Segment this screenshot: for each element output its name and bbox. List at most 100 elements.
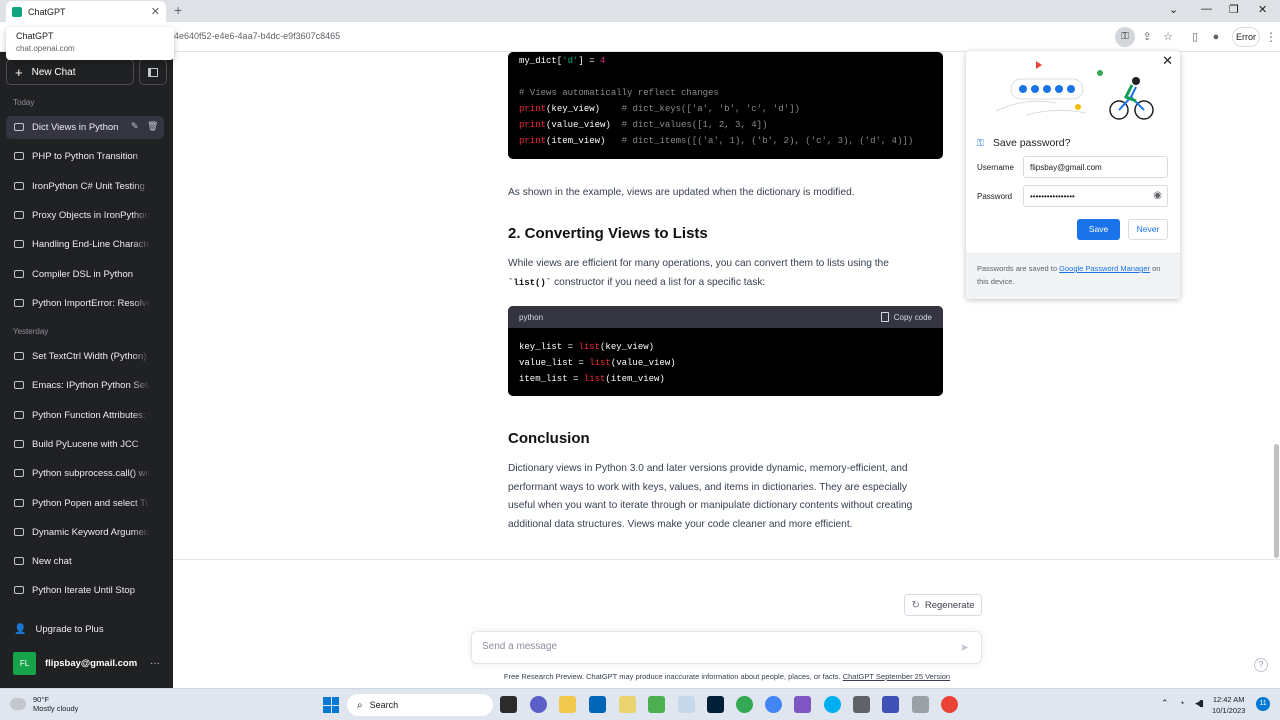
code-block-views: my_dict['d'] = 4 # Views automatically re… xyxy=(508,52,943,159)
chat-bubble-icon xyxy=(14,181,24,190)
close-sidebar-button[interactable] xyxy=(139,59,167,85)
profile-icon[interactable]: ● xyxy=(1208,29,1224,45)
search-icon: ⌕ xyxy=(357,699,363,711)
battery-icon[interactable]: ▮ xyxy=(1199,698,1204,709)
photoshop-icon[interactable] xyxy=(707,696,724,713)
password-key-icon[interactable]: ⚿ xyxy=(1115,27,1135,47)
new-tab-icon[interactable]: + xyxy=(174,2,182,18)
sidebar-chat-item[interactable]: Set TextCtrl Width (Python) xyxy=(6,345,164,368)
plus-icon: + xyxy=(15,64,23,80)
regenerate-button[interactable]: ↻ Regenerate xyxy=(904,594,982,616)
sidebar-chat-item[interactable]: Python Function Attributes: U xyxy=(6,404,164,427)
notification-badge[interactable]: 11 xyxy=(1256,697,1270,711)
browser-tab-chatgpt[interactable]: ChatGPT ✕ xyxy=(6,1,166,22)
clock-date: 10/1/2023 xyxy=(1212,706,1246,715)
teams-chat-icon[interactable] xyxy=(530,696,547,713)
tab-close-icon[interactable]: ✕ xyxy=(151,5,160,18)
upgrade-to-plus-button[interactable]: 👤 Upgrade to Plus xyxy=(6,618,164,640)
sidebar-chat-item[interactable]: Python Iterate Until Stop xyxy=(6,579,164,602)
browser-menu-icon[interactable]: ⋮ xyxy=(1265,30,1277,44)
share-icon[interactable]: ⇪ xyxy=(1139,29,1155,45)
refresh-icon: ↻ xyxy=(911,599,920,611)
error-button[interactable]: Error xyxy=(1232,27,1260,47)
save-password-button[interactable]: Save xyxy=(1077,219,1120,240)
sidebar-chat-item[interactable]: Build PyLucene with JCC xyxy=(6,433,164,456)
conclusion-line: additional data structures. Views make y… xyxy=(508,518,853,530)
sidebar-chat-item[interactable]: Proxy Objects in IronPython xyxy=(6,204,164,227)
windows-start-icon[interactable] xyxy=(323,697,339,713)
sidebar-chat-item[interactable]: Compiler DSL in Python xyxy=(6,263,164,286)
app-icon[interactable] xyxy=(882,696,899,713)
chrome-active-icon[interactable] xyxy=(941,696,958,713)
never-button[interactable]: Never xyxy=(1128,219,1168,240)
calculator-icon[interactable] xyxy=(853,696,870,713)
conclusion-line: Dictionary views in Python 3.0 and later… xyxy=(508,463,908,474)
task-view-icon[interactable] xyxy=(500,696,517,713)
sidebar-chat-item[interactable]: Python Popen and select Tut xyxy=(6,492,164,515)
sidebar-chat-label: Dict Views in Python xyxy=(32,122,119,133)
sidebar-chat-label: Python subprocess.call() with xyxy=(32,468,150,480)
password-field[interactable]: •••••••••••••••• ◉ xyxy=(1023,185,1168,207)
app-folder-icon[interactable] xyxy=(619,696,636,713)
sidebar-chat-label: New chat xyxy=(32,556,72,568)
restore-icon[interactable]: ❐ xyxy=(1229,3,1239,16)
copy-code-button[interactable]: Copy code xyxy=(880,312,932,322)
sidebar-chat-item[interactable]: Dict Views in Python ✎ 🗑 xyxy=(6,116,164,139)
minimize-icon[interactable]: — xyxy=(1201,3,1212,15)
delete-icon[interactable]: 🗑 xyxy=(147,121,158,132)
account-menu[interactable]: FL flipsbay@gmail.com ··· xyxy=(6,650,164,676)
password-value: •••••••••••••••• xyxy=(1030,192,1075,201)
side-panel-icon[interactable]: ▯ xyxy=(1187,29,1203,45)
window-close-icon[interactable]: ✕ xyxy=(1258,3,1267,16)
sidebar-chat-item[interactable]: Emacs: IPython Python Setup xyxy=(6,374,164,397)
regenerate-label: Regenerate xyxy=(924,599,975,611)
chrome-profile-icon[interactable] xyxy=(765,696,782,713)
scrollbar-thumb[interactable] xyxy=(1274,444,1279,558)
taskbar-search[interactable]: ⌕ Search xyxy=(347,694,493,716)
code-block-lists: python Copy code key_list = list(key_vie… xyxy=(508,306,943,396)
divider xyxy=(173,559,1280,560)
eye-icon[interactable]: ◉ xyxy=(1153,190,1162,201)
send-icon[interactable]: ➤ xyxy=(960,641,969,654)
sidebar-chat-item[interactable]: Handling End-Line Characters xyxy=(6,233,164,256)
url-text[interactable]: 4e640f52-e4e6-4aa7-b4dc-e9f3607c8465 xyxy=(174,31,340,41)
sidebar-chat-item[interactable]: Python subprocess.call() with xyxy=(6,462,164,485)
chrome-icon[interactable] xyxy=(736,696,753,713)
edit-icon[interactable]: ✎ xyxy=(131,121,139,132)
chat-bubble-icon xyxy=(14,210,24,219)
notepad-green-icon[interactable] xyxy=(648,696,665,713)
file-explorer-icon[interactable] xyxy=(559,696,576,713)
new-chat-button[interactable]: + New Chat xyxy=(6,59,134,85)
chat-bubble-icon xyxy=(14,298,24,307)
sidebar-chat-item[interactable]: New chat xyxy=(6,550,164,573)
tab-title: ChatGPT xyxy=(28,6,66,17)
bookmark-star-icon[interactable]: ☆ xyxy=(1160,29,1176,45)
system-clock[interactable]: 12:42 AM 10/1/2023 xyxy=(1212,694,1245,716)
sidebar-chat-item[interactable]: Dynamic Keyword Arguments xyxy=(6,521,164,544)
photos-icon[interactable] xyxy=(678,696,695,713)
skype-icon[interactable] xyxy=(824,696,841,713)
more-options-icon[interactable]: ··· xyxy=(150,658,160,669)
sidebar-chat-item[interactable]: IronPython C# Unit Testing xyxy=(6,175,164,198)
tab-search-chevron-icon[interactable]: ⌄ xyxy=(1169,3,1178,16)
chat-bubble-icon xyxy=(14,352,24,360)
sidebar-chat-item[interactable]: PHP to Python Transition xyxy=(6,145,164,168)
store-icon[interactable] xyxy=(589,696,606,713)
cloud-icon xyxy=(10,698,26,710)
help-icon[interactable]: ? xyxy=(1254,658,1268,672)
utility-icon[interactable] xyxy=(912,696,929,713)
password-illustration-icon xyxy=(995,61,1154,120)
wifi-icon[interactable]: ◔ xyxy=(1179,698,1184,708)
scrollbar[interactable] xyxy=(1273,52,1280,560)
vpn-icon[interactable] xyxy=(794,696,811,713)
sidebar-chat-item[interactable]: Python ImportError: Resolve xyxy=(6,292,164,315)
sidebar-chat-label: IronPython C# Unit Testing xyxy=(32,180,145,192)
release-notes-link[interactable]: ChatGPT September 25 Version xyxy=(843,672,950,681)
tray-chevron-icon[interactable]: ⌃ xyxy=(1161,698,1169,709)
password-manager-link[interactable]: Google Password Manager xyxy=(1059,264,1150,273)
sidebar-chat-label: Python Function Attributes: U xyxy=(32,409,150,421)
close-icon[interactable]: ✕ xyxy=(1162,53,1173,69)
weather-widget[interactable]: 90°F Mostly cloudy xyxy=(10,695,78,713)
username-field[interactable]: flipsbay@gmail.com xyxy=(1023,156,1168,178)
message-input[interactable] xyxy=(482,641,942,652)
